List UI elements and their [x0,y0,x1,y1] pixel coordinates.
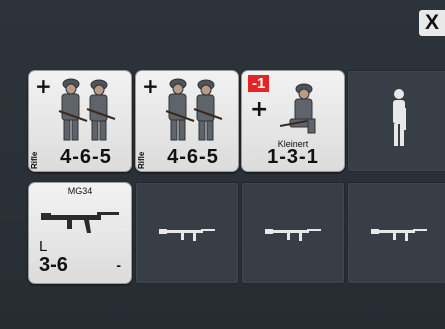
weapon-silhouette-icon [371,229,427,241]
squad-counter-rifle-1[interactable]: + Rifle 4-6-5 [28,70,132,172]
empty-weapon-slot[interactable] [135,182,239,284]
weapon-silhouette-icon [265,229,321,241]
squad-stats: 4-6-5 [60,146,112,168]
empty-weapon-slot[interactable] [347,182,445,284]
weapon-stats: 3-6 [39,254,68,276]
close-button[interactable]: X [419,10,445,36]
weapon-counter-mg34[interactable]: MG34 L 3-6 - [28,182,132,284]
squad-stats: 4-6-5 [167,146,219,168]
leader-counter[interactable]: -1 + Kleinert 1-3-1 [241,70,345,172]
empty-unit-slot[interactable] [347,70,445,172]
squad-counter-rifle-2[interactable]: + Rifle 4-6-5 [135,70,239,172]
unit-type-label: Rifle [137,151,146,169]
weapon-extra: - [116,257,121,273]
unit-type-label: Rifle [30,151,39,169]
soldier-silhouette-icon [393,89,406,146]
empty-weapon-slot[interactable] [241,182,345,284]
unit-panel: X + Rifle 4-6-5 + Rifle 4-6-5 -1 + Klein… [0,0,445,329]
leader-stats: 1-3-1 [267,146,319,168]
weapon-silhouette-icon [159,229,215,241]
weapon-range-code: L [39,238,48,255]
